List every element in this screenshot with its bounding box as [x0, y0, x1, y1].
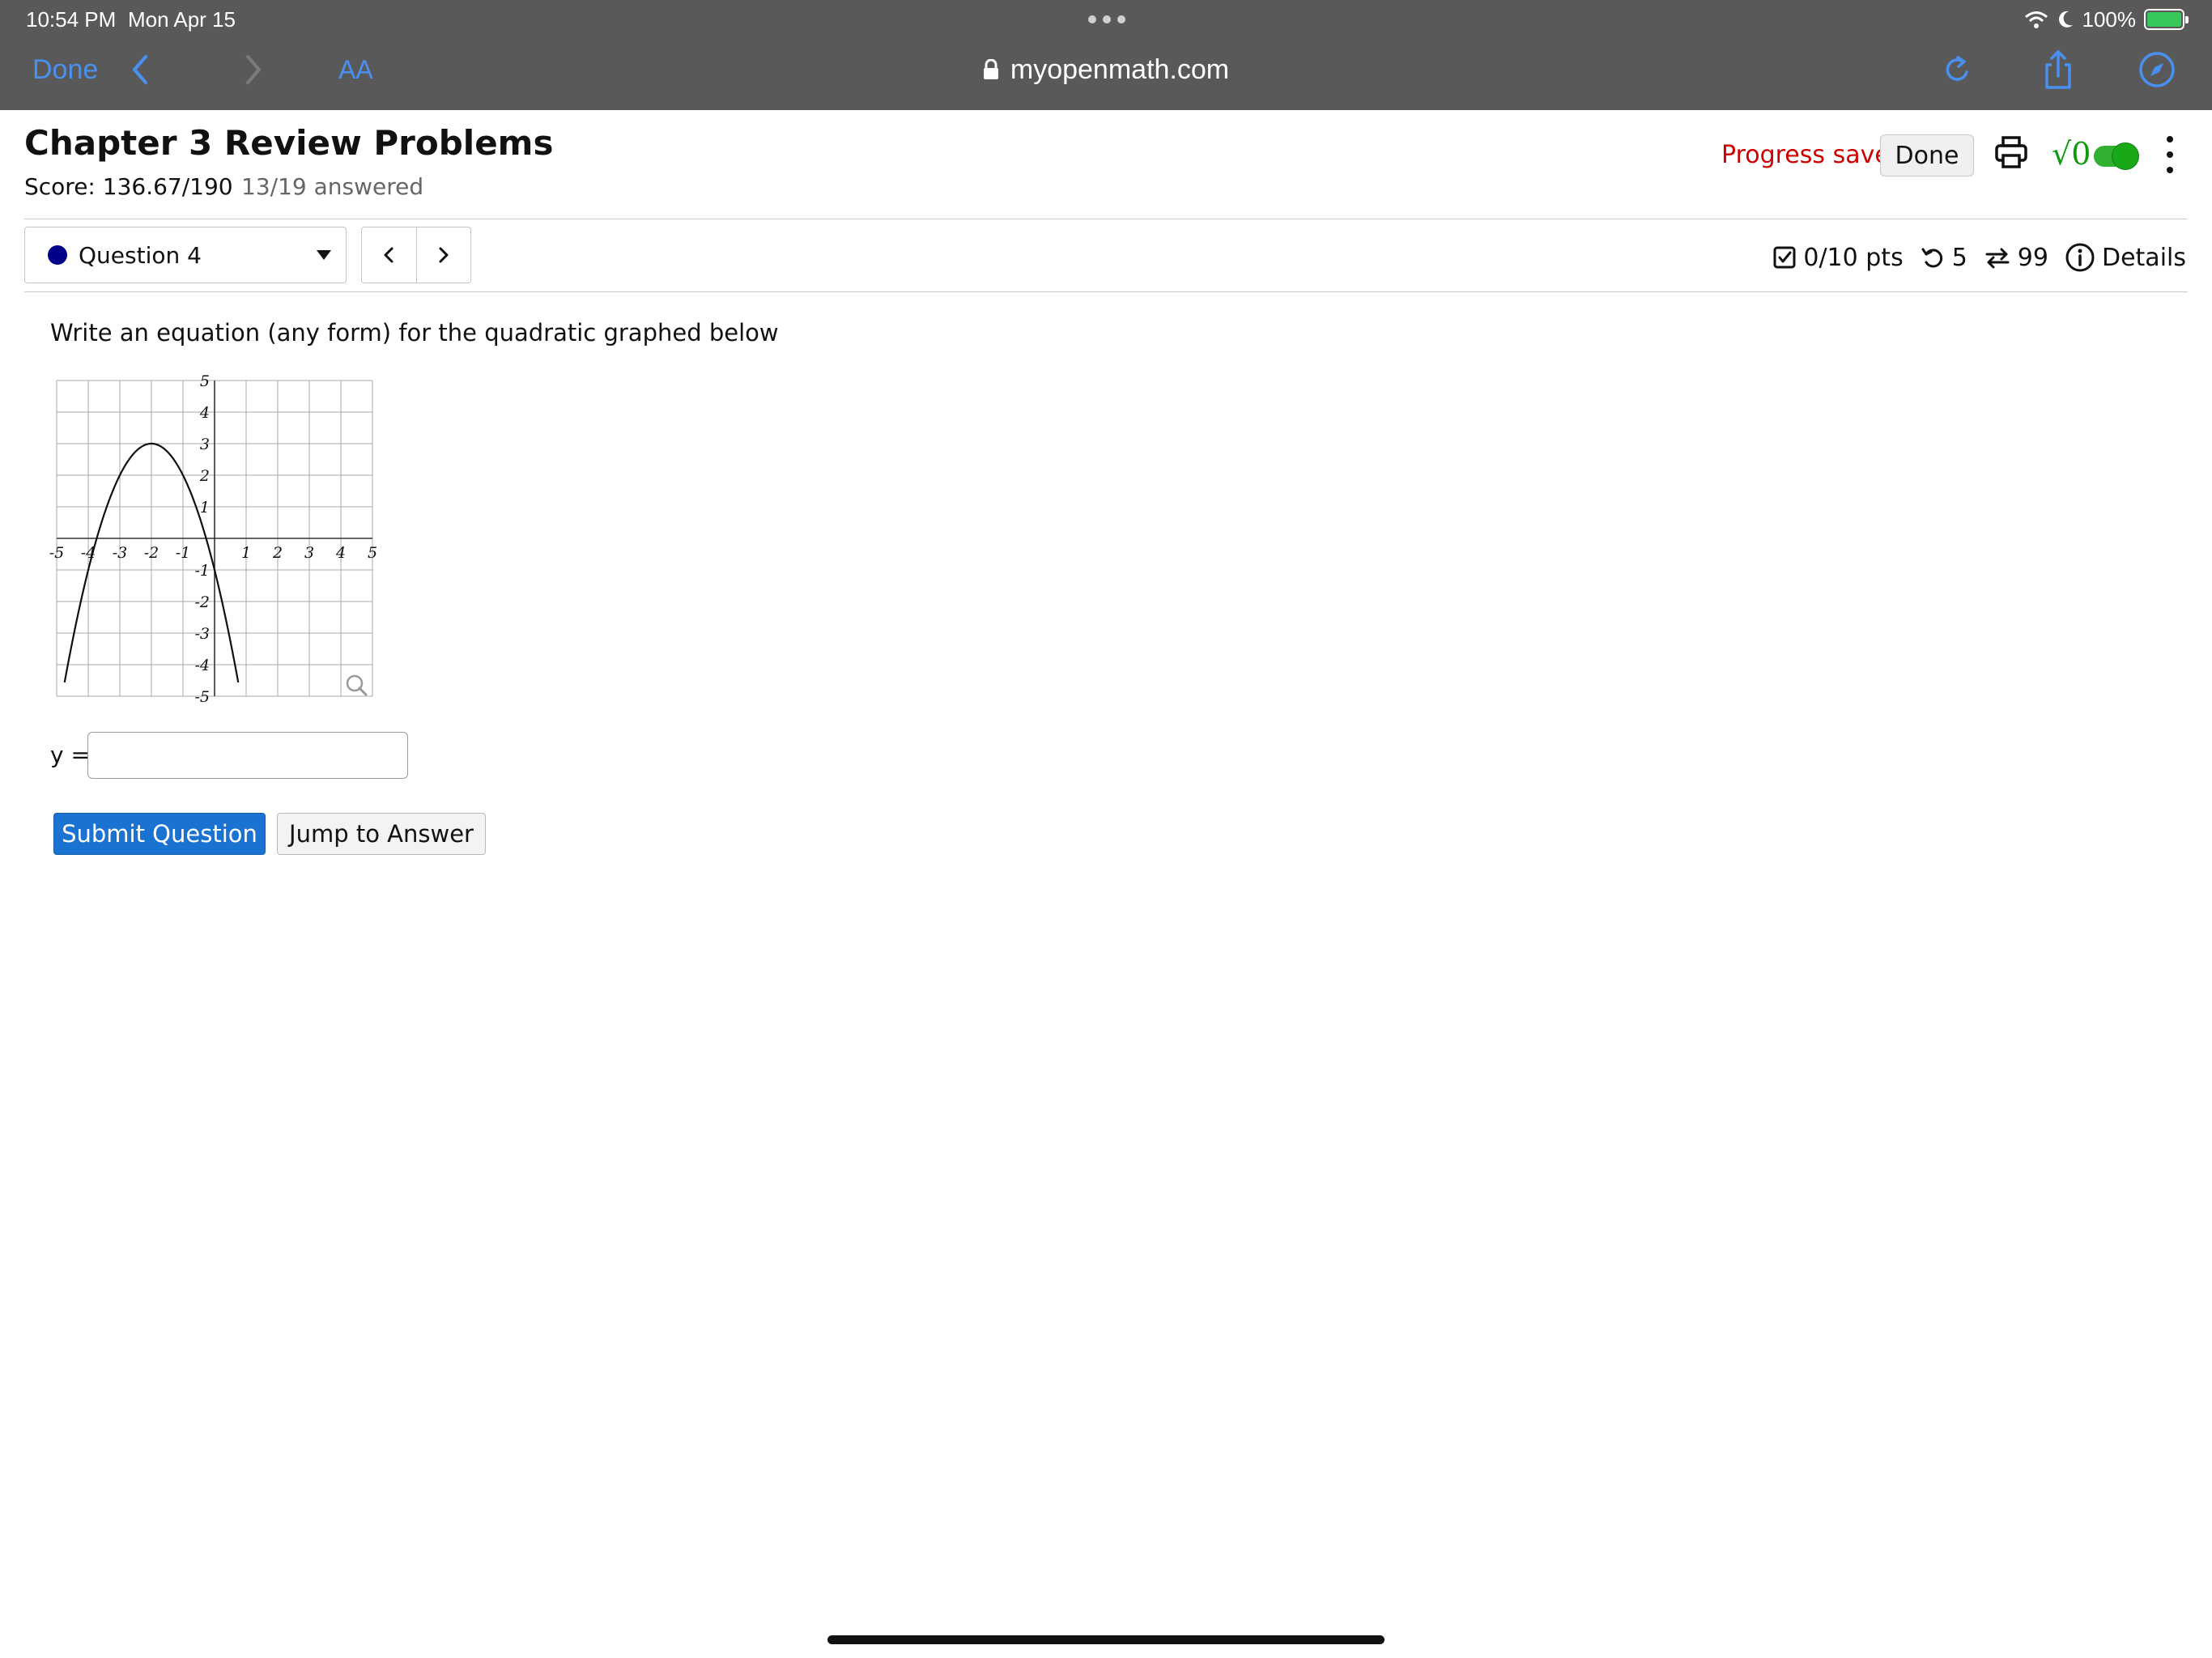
x-tick-label: 4 [335, 544, 346, 562]
multitasking-dots-icon[interactable] [1088, 6, 1125, 32]
question-select-label: Question 4 [79, 241, 202, 269]
battery-percent: 100% [2082, 7, 2137, 32]
nav-divider [24, 291, 2188, 292]
home-indicator [827, 1635, 1385, 1644]
compass-button[interactable] [2138, 45, 2176, 94]
chevron-left-icon [133, 55, 147, 84]
quadratic-graph: -5 -4 -3 -2 -1 1 2 3 4 554321-1-2-3-4-5 [49, 372, 377, 704]
question-select[interactable]: Question 4 [24, 227, 347, 283]
math-entry-icon: √0 [2052, 136, 2091, 172]
versions-group: 99 [1984, 244, 2048, 272]
lock-icon [983, 59, 998, 79]
reload-icon [1946, 56, 1968, 81]
retry-icon [1921, 248, 1942, 268]
answer-label: y = [50, 742, 90, 768]
y-tick-label: -3 [194, 625, 210, 643]
retries-group: 5 [1920, 244, 1967, 272]
wifi-icon [2024, 11, 2048, 28]
details-button[interactable]: Details [2065, 242, 2186, 273]
browser-done-button[interactable]: Done [32, 45, 98, 94]
print-button[interactable] [1993, 134, 2029, 173]
browser-chrome: 10:54 PM Mon Apr 15 100% Done AA myopenm… [0, 0, 2212, 110]
share-button[interactable] [2040, 45, 2076, 94]
x-tick-label: -3 [113, 544, 128, 562]
x-tick-label: -2 [144, 544, 160, 562]
x-tick-label: 5 [368, 544, 377, 562]
battery-icon [2144, 9, 2189, 30]
chevron-right-icon [439, 247, 449, 263]
y-tick-label: -5 [194, 688, 210, 704]
done-button[interactable]: Done [1880, 134, 1974, 176]
question-status-dot [48, 245, 67, 265]
question-pager [361, 227, 471, 283]
caret-down-icon [317, 250, 331, 260]
next-question-button[interactable] [415, 227, 471, 283]
y-tick-label: 5 [200, 372, 210, 390]
score-text: Score: 136.67/190 [24, 173, 233, 200]
x-tick-label: -5 [49, 544, 65, 562]
x-tick-label: -1 [176, 544, 191, 562]
status-right: 100% [2024, 6, 2189, 32]
chevron-right-icon [246, 55, 261, 84]
status-time: 10:54 PM [26, 7, 117, 32]
y-tick-label: 2 [199, 467, 210, 485]
x-tick-label: 3 [304, 544, 314, 562]
y-tick-label: 3 [200, 436, 210, 453]
submit-question-button[interactable]: Submit Question [53, 813, 266, 855]
text-size-button[interactable]: AA [338, 45, 373, 94]
url-text: myopenmath.com [1010, 53, 1230, 85]
jump-to-answer-button[interactable]: Jump to Answer [277, 813, 486, 855]
status-date: Mon Apr 15 [128, 7, 236, 32]
share-icon [2045, 50, 2071, 89]
chevron-left-icon [384, 247, 393, 263]
progress-status: Progress saved [1721, 141, 1905, 169]
x-tick-label: 2 [272, 544, 283, 562]
y-tick-label: -4 [194, 657, 210, 674]
answered-count: 13/19 answered [241, 173, 424, 200]
page-title: Chapter 3 Review Problems [24, 123, 554, 163]
moon-icon [2058, 11, 2073, 28]
address-bar[interactable]: myopenmath.com [963, 50, 1249, 89]
versions-icon [1985, 248, 2010, 269]
previous-question-button[interactable] [362, 227, 416, 283]
versions-count: 99 [2017, 243, 2048, 272]
question-prompt: Write an equation (any form) for the qua… [50, 319, 779, 346]
retries-count: 5 [1951, 243, 1967, 272]
question-meta: 0/10 pts 5 99 Details [1764, 236, 2186, 278]
compass-icon [2139, 52, 2175, 87]
zoom-icon[interactable] [346, 674, 368, 696]
y-tick-label: -2 [194, 593, 210, 611]
info-icon [2065, 243, 2095, 272]
answer-input[interactable] [87, 732, 408, 779]
math-entry-toggle[interactable] [2094, 142, 2139, 170]
y-tick-label: -1 [194, 562, 210, 580]
y-tick-label: 4 [199, 404, 210, 422]
printer-icon [1995, 136, 2027, 168]
reload-button[interactable] [1942, 45, 1974, 94]
x-tick-label: 1 [241, 544, 251, 562]
back-button[interactable] [130, 45, 151, 94]
points-group: 0/10 pts [1772, 243, 1904, 272]
more-options-icon[interactable] [2162, 136, 2178, 173]
points-text: 0/10 pts [1803, 243, 1904, 272]
forward-button[interactable] [243, 45, 264, 94]
details-label: Details [2101, 243, 2186, 272]
y-tick-label: 1 [200, 499, 210, 517]
checkbox-icon [1773, 246, 1796, 269]
